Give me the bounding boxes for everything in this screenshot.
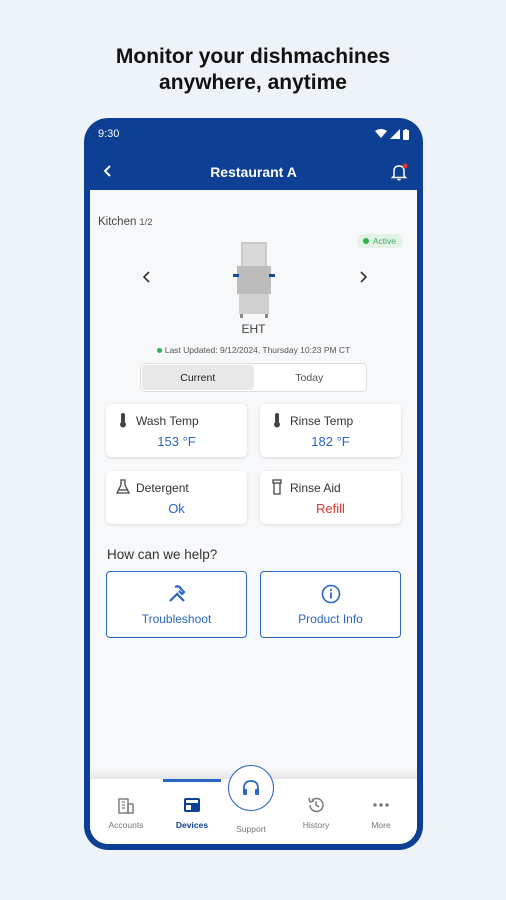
wash-temp-card: Wash Temp 153 °F xyxy=(106,404,247,457)
next-machine-button[interactable] xyxy=(358,270,368,289)
tools-icon xyxy=(168,584,186,602)
tab-devices-label: Devices xyxy=(175,820,209,830)
machine-model: EHT xyxy=(241,322,266,336)
main-content: Kitchen 1/2 Active EHT Last Updated: 9/12… xyxy=(90,190,417,844)
chevron-left-icon xyxy=(142,271,150,283)
tab-current[interactable]: Current xyxy=(142,365,254,390)
flask-icon xyxy=(116,479,130,494)
detergent-card: Detergent Ok xyxy=(106,471,247,524)
bottle-icon xyxy=(272,479,282,495)
notifications-button[interactable] xyxy=(389,162,409,182)
location-label: Kitchen 1/2 xyxy=(98,216,153,228)
active-tab-indicator xyxy=(163,779,221,782)
product-info-button[interactable]: Product Info xyxy=(260,571,401,638)
tab-accounts-label: Accounts xyxy=(108,820,144,830)
status-time: 9:30 xyxy=(98,128,120,140)
marketing-headline: Monitor your dishmachines anywhere, anyt… xyxy=(0,44,506,96)
headline-line-2: anywhere, anytime xyxy=(159,71,347,94)
tab-today[interactable]: Today xyxy=(254,365,366,390)
dishmachine-image xyxy=(233,242,275,318)
tab-accounts[interactable]: Accounts xyxy=(96,785,156,830)
back-button[interactable] xyxy=(102,162,112,182)
support-button[interactable] xyxy=(228,765,274,811)
bell-icon xyxy=(390,163,408,181)
tab-more-label: More xyxy=(371,820,391,830)
history-icon xyxy=(308,797,324,813)
phone-frame: 9:30 Restaurant A Kitchen 1/2 Active EHT… xyxy=(84,118,423,850)
status-icons xyxy=(375,128,409,140)
prev-machine-button[interactable] xyxy=(142,270,152,289)
page-title: Restaurant A xyxy=(210,164,297,180)
wash-temp-value: 153 °F xyxy=(157,434,196,449)
more-dots-icon xyxy=(373,803,389,807)
headline-line-1: Monitor your dishmachines xyxy=(115,45,391,68)
tab-history[interactable]: History xyxy=(286,785,346,830)
rinse-temp-label: Rinse Temp xyxy=(290,414,354,428)
app-bar: Restaurant A xyxy=(84,158,423,186)
location-count: 1/2 xyxy=(139,217,153,228)
chevron-right-icon xyxy=(360,271,368,283)
wifi-icon xyxy=(375,129,387,138)
info-icon xyxy=(321,584,340,603)
help-heading: How can we help? xyxy=(107,547,218,562)
status-bar: 9:30 xyxy=(98,126,409,142)
rinse-aid-card: Rinse Aid Refill xyxy=(260,471,401,524)
tab-history-label: History xyxy=(302,820,330,830)
detergent-value: Ok xyxy=(168,501,185,516)
tab-support-label: Support xyxy=(236,824,266,834)
chevron-left-icon xyxy=(103,165,111,177)
building-icon xyxy=(118,798,134,814)
detergent-label: Detergent xyxy=(136,481,189,495)
headset-icon xyxy=(243,780,259,795)
status-badge: Active xyxy=(356,234,403,248)
rinse-aid-label: Rinse Aid xyxy=(290,481,341,495)
troubleshoot-label: Troubleshoot xyxy=(141,611,212,626)
thermometer-icon xyxy=(274,413,280,428)
signal-icon xyxy=(390,129,400,139)
devices-icon xyxy=(184,798,200,812)
rinse-temp-card: Rinse Temp 182 °F xyxy=(260,404,401,457)
rinse-aid-value: Refill xyxy=(316,501,345,516)
wash-temp-label: Wash Temp xyxy=(136,414,199,428)
location-name: Kitchen xyxy=(98,216,137,228)
troubleshoot-button[interactable]: Troubleshoot xyxy=(106,571,247,638)
time-range-toggle: Current Today xyxy=(140,363,367,392)
active-dot-icon xyxy=(362,238,369,244)
last-updated: Last Updated: 9/12/2024, Thursday 10:23 … xyxy=(90,345,417,355)
rinse-temp-value: 182 °F xyxy=(311,434,350,449)
thermometer-icon xyxy=(120,413,126,428)
bottom-tab-bar: Accounts Devices Support History More xyxy=(90,765,417,844)
online-dot-icon xyxy=(156,348,162,354)
last-updated-text: Last Updated: 9/12/2024, Thursday 10:23 … xyxy=(164,345,351,355)
tab-more[interactable]: More xyxy=(351,785,411,830)
battery-icon xyxy=(403,128,409,140)
product-info-label: Product Info xyxy=(298,611,363,626)
status-badge-label: Active xyxy=(372,236,396,246)
tab-devices[interactable]: Devices xyxy=(162,785,222,830)
